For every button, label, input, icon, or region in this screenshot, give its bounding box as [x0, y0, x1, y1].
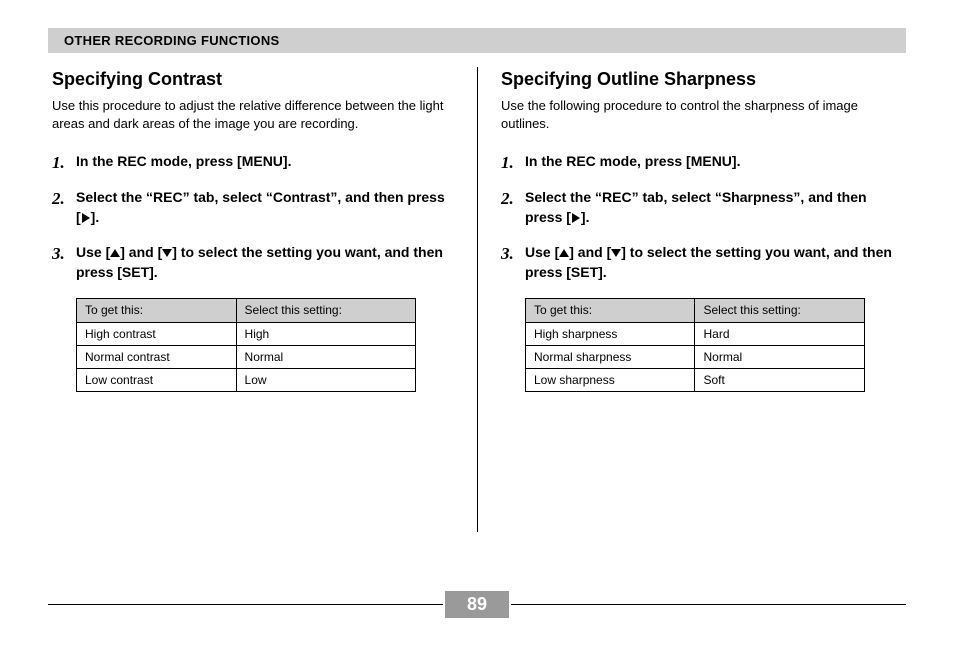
table-row: Low sharpness Soft — [526, 368, 865, 391]
intro-text: Use the following procedure to control t… — [501, 97, 902, 132]
table-cell: Normal sharpness — [526, 345, 695, 368]
step-2: Select the “REC” tab, select “Sharpness”… — [501, 188, 902, 227]
table-header: Select this setting: — [236, 299, 415, 322]
column-separator — [477, 67, 478, 532]
table-header-row: To get this: Select this setting: — [526, 299, 865, 322]
topic-title-sharpness: Specifying Outline Sharpness — [501, 67, 902, 91]
step-1: In the REC mode, press [MENU]. — [52, 152, 453, 172]
table-header: To get this: — [526, 299, 695, 322]
page-number: 89 — [445, 591, 509, 618]
table-header: To get this: — [77, 299, 237, 322]
step-text: Use [ — [76, 244, 110, 260]
settings-table: To get this: Select this setting: High s… — [525, 298, 865, 392]
topic-title-contrast: Specifying Contrast — [52, 67, 453, 91]
page-footer: 89 — [48, 591, 906, 618]
steps-list: In the REC mode, press [MENU]. Select th… — [501, 152, 902, 282]
right-arrow-icon — [571, 213, 581, 223]
down-arrow-icon — [162, 248, 172, 258]
left-column: Specifying Contrast Use this procedure t… — [48, 67, 477, 392]
footer-rule-left — [48, 604, 443, 605]
table-header-row: To get this: Select this setting: — [77, 299, 416, 322]
table-cell: Normal — [236, 345, 415, 368]
step-text: Use [ — [525, 244, 559, 260]
settings-table: To get this: Select this setting: High c… — [76, 298, 416, 392]
table-row: High sharpness Hard — [526, 322, 865, 345]
up-arrow-icon — [110, 248, 120, 258]
step-text: Select the “REC” tab, select “Contrast”,… — [76, 189, 445, 225]
table-cell: Hard — [695, 322, 865, 345]
intro-text: Use this procedure to adjust the relativ… — [52, 97, 453, 132]
table-cell: Low sharpness — [526, 368, 695, 391]
down-arrow-icon — [611, 248, 621, 258]
table-cell: Low contrast — [77, 368, 237, 391]
table-row: High contrast High — [77, 322, 416, 345]
section-header: OTHER RECORDING FUNCTIONS — [48, 28, 906, 53]
table-cell: High — [236, 322, 415, 345]
table-cell: High sharpness — [526, 322, 695, 345]
table-cell: High contrast — [77, 322, 237, 345]
step-1: In the REC mode, press [MENU]. — [501, 152, 902, 172]
table-row: Normal contrast Normal — [77, 345, 416, 368]
footer-rule-group: 89 — [48, 591, 906, 618]
table-row: Low contrast Low — [77, 368, 416, 391]
footer-rule-right — [511, 604, 906, 605]
right-column: Specifying Outline Sharpness Use the fol… — [477, 67, 906, 392]
step-2: Select the “REC” tab, select “Contrast”,… — [52, 188, 453, 227]
right-arrow-icon — [81, 213, 91, 223]
table-cell: Normal contrast — [77, 345, 237, 368]
step-3: Use [] and [] to select the setting you … — [501, 243, 902, 282]
two-column-layout: Specifying Contrast Use this procedure t… — [48, 67, 906, 392]
step-text: ]. — [581, 209, 590, 225]
table-header: Select this setting: — [695, 299, 865, 322]
page: OTHER RECORDING FUNCTIONS Specifying Con… — [0, 0, 954, 646]
table-cell: Normal — [695, 345, 865, 368]
steps-list: In the REC mode, press [MENU]. Select th… — [52, 152, 453, 282]
step-text: ] and [ — [120, 244, 162, 260]
up-arrow-icon — [559, 248, 569, 258]
table-row: Normal sharpness Normal — [526, 345, 865, 368]
step-text: ]. — [91, 209, 100, 225]
table-cell: Soft — [695, 368, 865, 391]
step-text: ] and [ — [569, 244, 611, 260]
step-3: Use [] and [] to select the setting you … — [52, 243, 453, 282]
table-cell: Low — [236, 368, 415, 391]
